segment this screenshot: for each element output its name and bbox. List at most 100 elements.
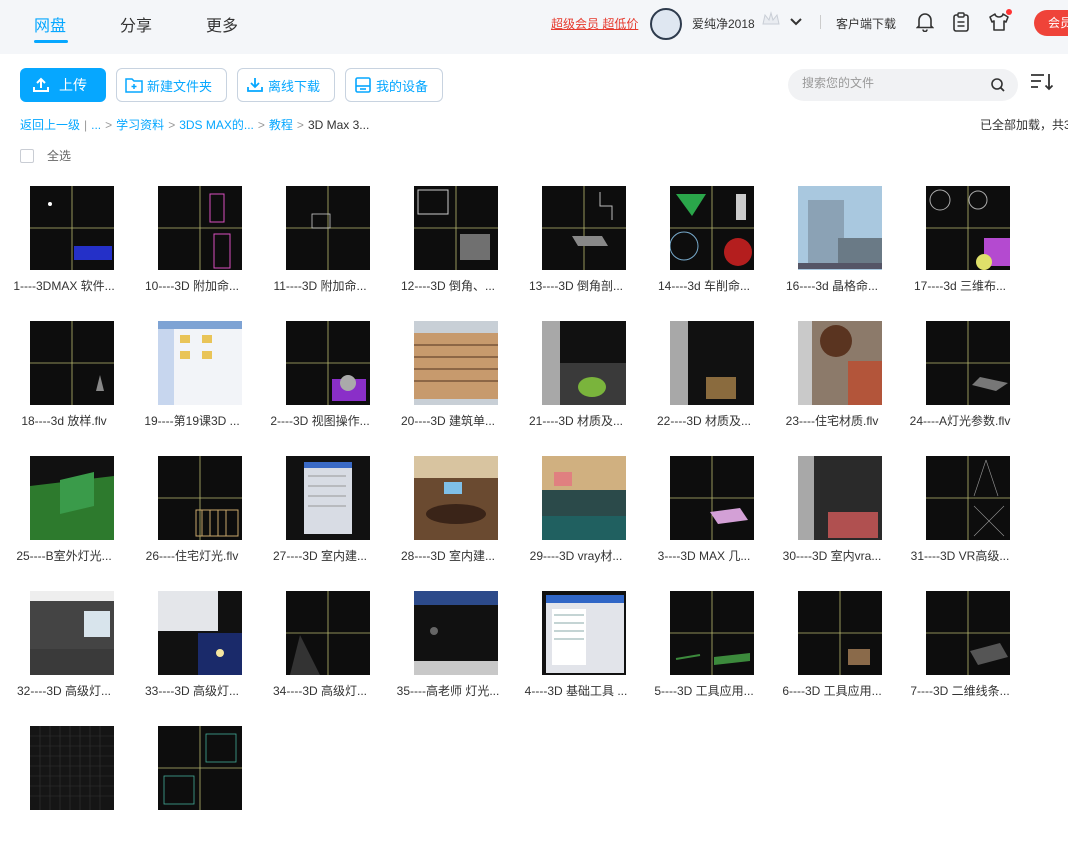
file-thumbnail[interactable] (670, 186, 754, 270)
file-item[interactable]: 6----3D 工具应用... (768, 591, 896, 721)
file-thumbnail[interactable] (158, 321, 242, 405)
file-thumbnail[interactable] (798, 186, 882, 270)
file-thumbnail[interactable] (414, 591, 498, 675)
file-item[interactable]: 24----A灯光参数.flv (896, 321, 1024, 451)
file-item[interactable]: 26----住宅灯光.flv (128, 456, 256, 586)
file-item[interactable]: 3----3D MAX 几... (640, 456, 768, 586)
vip-button[interactable]: 会员 (1034, 10, 1068, 36)
file-item[interactable]: 32----3D 高级灯... (0, 591, 128, 721)
breadcrumb-back[interactable]: 返回上一级 (20, 118, 80, 132)
bell-icon[interactable] (915, 12, 935, 37)
file-item[interactable]: 17----3d 三维布... (896, 186, 1024, 316)
file-item[interactable]: 4----3D 基础工具 ... (512, 591, 640, 721)
file-item[interactable]: 5----3D 工具应用... (640, 591, 768, 721)
file-item[interactable]: 31----3D VR高级... (896, 456, 1024, 586)
file-thumbnail[interactable] (158, 591, 242, 675)
file-name[interactable]: 23----住宅材质.flv (768, 412, 896, 429)
file-thumbnail[interactable] (30, 186, 114, 270)
file-item[interactable]: 34----3D 高级灯... (256, 591, 384, 721)
file-item[interactable]: 21----3D 材质及... (512, 321, 640, 451)
super-vip-promo-link[interactable]: 超级会员 超低价 (551, 15, 638, 32)
file-item[interactable]: 27----3D 室内建... (256, 456, 384, 586)
file-thumbnail[interactable] (286, 591, 370, 675)
upload-button[interactable]: 上传 (20, 68, 106, 102)
file-name[interactable]: 14----3d 车削命... (640, 277, 768, 294)
file-thumbnail[interactable] (158, 726, 242, 810)
file-name[interactable]: 12----3D 倒角、... (384, 277, 512, 294)
file-name[interactable]: 30----3D 室内vra... (768, 547, 896, 564)
file-thumbnail[interactable] (542, 186, 626, 270)
file-name[interactable]: 16----3d 晶格命... (768, 277, 896, 294)
search-icon[interactable] (990, 77, 1006, 98)
file-name[interactable]: 10----3D 附加命... (128, 277, 256, 294)
file-item[interactable]: 22----3D 材质及... (640, 321, 768, 451)
file-thumbnail[interactable] (670, 591, 754, 675)
file-name[interactable]: 28----3D 室内建... (384, 547, 512, 564)
select-all-checkbox[interactable] (20, 148, 34, 163)
file-thumbnail[interactable] (798, 591, 882, 675)
file-name[interactable]: 19----第19课3D ... (128, 412, 256, 429)
breadcrumb-ellipsis[interactable]: ... (91, 118, 101, 132)
client-download-link[interactable]: 客户端下载 (836, 15, 896, 32)
file-thumbnail[interactable] (30, 726, 114, 810)
file-thumbnail[interactable] (926, 456, 1010, 540)
my-devices-button[interactable]: 我的设备 (345, 68, 443, 102)
file-name[interactable]: 6----3D 工具应用... (768, 682, 896, 699)
file-thumbnail[interactable] (926, 321, 1010, 405)
chevron-down-icon[interactable] (789, 15, 803, 34)
file-name[interactable]: 13----3D 倒角剖... (512, 277, 640, 294)
file-name[interactable]: 17----3d 三维布... (896, 277, 1024, 294)
file-thumbnail[interactable] (158, 186, 242, 270)
file-name[interactable]: 25----B室外灯光... (0, 547, 128, 564)
file-item[interactable]: 20----3D 建筑单... (384, 321, 512, 451)
file-thumbnail[interactable] (414, 456, 498, 540)
avatar[interactable] (650, 8, 682, 40)
file-item[interactable]: 28----3D 室内建... (384, 456, 512, 586)
file-thumbnail[interactable] (926, 186, 1010, 270)
file-thumbnail[interactable] (414, 186, 498, 270)
file-name[interactable]: 20----3D 建筑单... (384, 412, 512, 429)
file-thumbnail[interactable] (286, 456, 370, 540)
breadcrumb-item[interactable]: 学习资料 (116, 118, 164, 132)
clipboard-icon[interactable] (952, 12, 970, 37)
username[interactable]: 爱纯净2018 (692, 15, 755, 32)
file-item[interactable]: 30----3D 室内vra... (768, 456, 896, 586)
search-input[interactable] (802, 76, 982, 90)
file-item[interactable]: 1----3DMAX 软件... (0, 186, 128, 316)
file-name[interactable]: 3----3D MAX 几... (640, 547, 768, 564)
new-folder-button[interactable]: 新建文件夹 (116, 68, 227, 102)
file-name[interactable]: 29----3D vray材... (512, 547, 640, 564)
file-name[interactable]: 35----高老师 灯光... (384, 682, 512, 699)
file-thumbnail[interactable] (926, 591, 1010, 675)
file-thumbnail[interactable] (670, 321, 754, 405)
file-thumbnail[interactable] (286, 186, 370, 270)
offline-download-button[interactable]: 离线下载 (237, 68, 335, 102)
file-thumbnail[interactable] (798, 456, 882, 540)
file-name[interactable]: 22----3D 材质及... (640, 412, 768, 429)
file-name[interactable]: 34----3D 高级灯... (256, 682, 384, 699)
file-thumbnail[interactable] (30, 321, 114, 405)
file-name[interactable]: 24----A灯光参数.flv (896, 412, 1024, 429)
file-item[interactable] (0, 726, 128, 856)
file-thumbnail[interactable] (414, 321, 498, 405)
file-name[interactable]: 4----3D 基础工具 ... (512, 682, 640, 699)
file-name[interactable]: 26----住宅灯光.flv (128, 547, 256, 564)
file-name[interactable]: 18----3d 放样.flv (0, 412, 128, 429)
file-item[interactable]: 10----3D 附加命... (128, 186, 256, 316)
file-thumbnail[interactable] (798, 321, 882, 405)
tab-netdisk[interactable]: 网盘 (34, 12, 66, 36)
file-item[interactable]: 2----3D 视图操作... (256, 321, 384, 451)
tshirt-icon[interactable] (988, 12, 1010, 37)
file-item[interactable]: 11----3D 附加命... (256, 186, 384, 316)
file-thumbnail[interactable] (542, 321, 626, 405)
file-item[interactable]: 25----B室外灯光... (0, 456, 128, 586)
breadcrumb-item[interactable]: 教程 (269, 118, 293, 132)
file-thumbnail[interactable] (30, 591, 114, 675)
file-item[interactable]: 14----3d 车削命... (640, 186, 768, 316)
file-item[interactable]: 19----第19课3D ... (128, 321, 256, 451)
file-name[interactable]: 27----3D 室内建... (256, 547, 384, 564)
file-thumbnail[interactable] (542, 456, 626, 540)
file-item[interactable] (128, 726, 256, 856)
file-name[interactable]: 11----3D 附加命... (256, 277, 384, 294)
sort-icon[interactable] (1030, 73, 1056, 96)
